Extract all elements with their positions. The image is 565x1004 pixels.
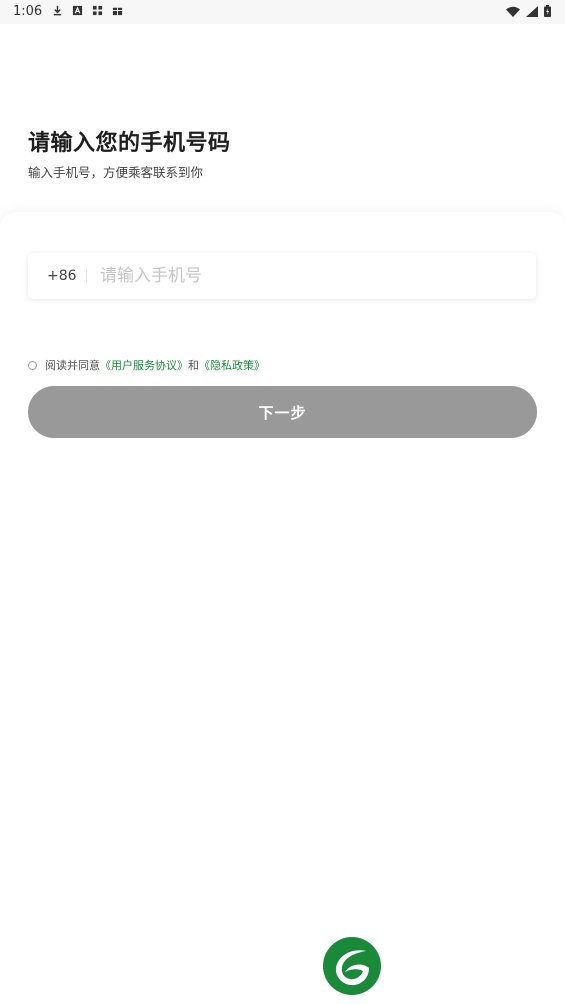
- agreement-connector-text: 和: [188, 359, 199, 372]
- wifi-icon: [506, 6, 520, 17]
- agreement-radio[interactable]: [28, 360, 37, 370]
- leaf-logo-icon: [323, 937, 381, 995]
- page-subtitle: 输入手机号，方便乘客联系到你: [28, 165, 204, 180]
- country-code-prefix[interactable]: +86: [47, 268, 77, 284]
- status-notification-icons: [52, 5, 123, 16]
- phone-field[interactable]: +86: [28, 253, 536, 299]
- status-system-icons: [506, 5, 551, 17]
- page-title: 请输入您的手机号码: [28, 131, 231, 156]
- agreement-prefix-text: 阅读并同意: [45, 359, 100, 372]
- signal-icon: [526, 5, 538, 17]
- privacy-policy-link[interactable]: 《隐私政策》: [199, 357, 265, 373]
- field-divider: [86, 269, 87, 283]
- next-button[interactable]: 下一步: [28, 386, 537, 438]
- phone-input[interactable]: [100, 256, 536, 296]
- status-bar: 1:06: [0, 0, 565, 24]
- user-agreement-link[interactable]: 《用户服务协议》: [100, 357, 188, 373]
- a-icon: [72, 5, 83, 16]
- gift-icon: [112, 7, 123, 16]
- download-icon: [53, 5, 62, 16]
- agreement-row: 阅读并同意 《用户服务协议》 和 《隐私政策》: [28, 357, 265, 373]
- status-time: 1:06: [13, 4, 43, 19]
- form-card: [0, 212, 565, 1004]
- app-icon: [92, 5, 103, 16]
- battery-icon: [544, 5, 551, 17]
